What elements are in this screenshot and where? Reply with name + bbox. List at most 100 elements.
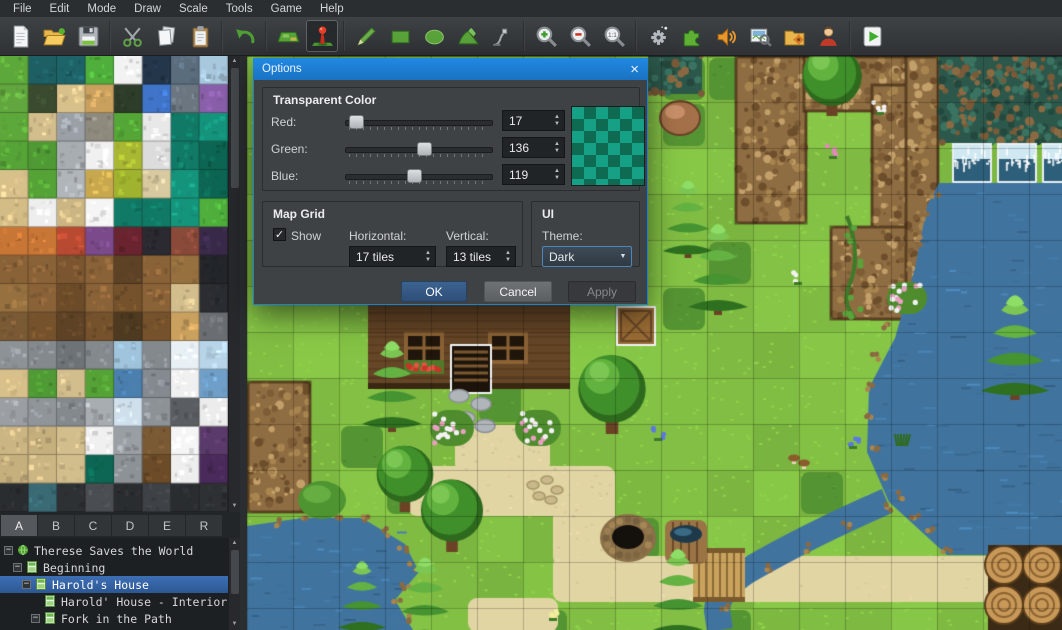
map-mode-button[interactable]	[272, 20, 304, 52]
toolbar-separator	[849, 21, 851, 51]
pencil-tool-button[interactable]	[350, 20, 382, 52]
group-heading: UI	[542, 207, 554, 221]
character-generator-button[interactable]	[812, 20, 844, 52]
actual-size-button[interactable]: 1:1	[598, 20, 630, 52]
zoom-out-button[interactable]	[564, 20, 596, 52]
menu-scale[interactable]: Scale	[170, 2, 217, 16]
blue-value-spinbox[interactable]: 119▲▼	[502, 164, 565, 185]
slider-track[interactable]	[345, 147, 493, 153]
tree-item-label: Harold' House - Interior	[61, 595, 227, 609]
paste-button[interactable]	[184, 20, 216, 52]
tree-scrollbar[interactable]: ▲ ▼	[228, 538, 240, 630]
menu-file[interactable]: File	[4, 2, 41, 16]
slider-track[interactable]	[345, 174, 493, 180]
scroll-down-icon[interactable]: ▼	[229, 619, 240, 630]
zoom-in-button[interactable]	[530, 20, 562, 52]
spin-up-icon: ▲	[554, 141, 560, 147]
tree-item[interactable]: −Therese Saves the World	[0, 542, 240, 559]
palette-tab-d[interactable]: D	[112, 515, 148, 536]
tree-item[interactable]: −Beginning	[0, 559, 240, 576]
scroll-up-icon[interactable]: ▲	[229, 538, 240, 549]
spinner-arrows[interactable]: ▲▼	[550, 141, 564, 154]
project-icon	[17, 544, 29, 557]
save-project-button[interactable]	[72, 20, 104, 52]
spinner-arrows[interactable]: ▲▼	[501, 250, 515, 263]
spinner-arrows[interactable]: ▲▼	[550, 114, 564, 127]
slider-track[interactable]	[345, 120, 493, 126]
vertical-tiles-spinbox[interactable]: 13 tiles ▲▼	[446, 246, 516, 267]
palette-tab-e[interactable]: E	[149, 515, 185, 536]
spin-up-icon: ▲	[425, 250, 431, 256]
toolbar-separator	[523, 21, 525, 51]
spinner-arrows[interactable]: ▲▼	[550, 168, 564, 181]
cut-button[interactable]	[116, 20, 148, 52]
event-mode-button[interactable]	[306, 20, 338, 52]
red-value-spinbox[interactable]: 17▲▼	[502, 110, 565, 131]
collapse-icon[interactable]: −	[22, 580, 31, 589]
shadow-pen-tool-button[interactable]	[486, 20, 518, 52]
scroll-up-icon[interactable]: ▲	[229, 56, 240, 67]
palette-tab-b[interactable]: B	[38, 515, 74, 536]
apply-button[interactable]: Apply	[568, 281, 636, 302]
tree-item[interactable]: −Fork in the Path	[0, 610, 240, 627]
flood-fill-icon	[456, 24, 481, 49]
ellipse-tool-button[interactable]	[418, 20, 450, 52]
svg-text:1:1: 1:1	[607, 32, 616, 39]
event-pin-icon	[310, 24, 335, 49]
menu-draw[interactable]: Draw	[125, 2, 170, 16]
database-button[interactable]	[642, 20, 674, 52]
menu-mode[interactable]: Mode	[78, 2, 125, 16]
undo-arrow-icon	[232, 24, 257, 49]
scroll-down-icon[interactable]: ▼	[229, 501, 240, 512]
copy-button[interactable]	[150, 20, 182, 52]
green-value-spinbox[interactable]: 136▲▼	[502, 137, 565, 158]
collapse-icon[interactable]: −	[13, 563, 22, 572]
map-icon	[276, 24, 301, 49]
tileset-palette[interactable]	[0, 56, 228, 512]
menu-tools[interactable]: Tools	[217, 2, 262, 16]
ok-button[interactable]: OK	[401, 281, 467, 302]
palette-tab-bar: ABCDER	[0, 512, 240, 538]
horizontal-label: Horizontal:	[349, 229, 406, 243]
menu-help[interactable]: Help	[311, 2, 353, 16]
options-dialog: Options × Transparent Color Red:17▲▼Gree…	[253, 58, 648, 305]
palette-tab-r[interactable]: R	[186, 515, 222, 536]
cancel-button[interactable]: Cancel	[484, 281, 552, 302]
scissors-icon	[120, 24, 145, 49]
toolbar-separator	[265, 21, 267, 51]
menu-game[interactable]: Game	[262, 2, 311, 16]
show-grid-label: Show	[291, 229, 321, 243]
map-page-icon	[44, 595, 56, 608]
resource-manager-button[interactable]	[744, 20, 776, 52]
horizontal-tiles-spinbox[interactable]: 17 tiles ▲▼	[349, 246, 436, 267]
palette-tab-a[interactable]: A	[1, 515, 37, 536]
tree-item[interactable]: −Harold's House	[0, 576, 240, 593]
transparent-color-group: Transparent Color Red:17▲▼Green:136▲▼Blu…	[262, 87, 640, 191]
spinner-arrows[interactable]: ▲▼	[421, 250, 435, 263]
flood-fill-tool-button[interactable]	[452, 20, 484, 52]
rectangle-tool-button[interactable]	[384, 20, 416, 52]
deployment-button[interactable]	[778, 20, 810, 52]
sound-test-button[interactable]	[710, 20, 742, 52]
open-project-button[interactable]	[38, 20, 70, 52]
tree-item[interactable]: Harold' House - Interior	[0, 593, 240, 610]
menu-edit[interactable]: Edit	[41, 2, 79, 16]
ui-group: UI Theme: Dark ▼	[531, 201, 640, 267]
palette-scrollbar-thumb[interactable]	[231, 68, 239, 188]
playtest-button[interactable]	[856, 20, 888, 52]
palette-tab-c[interactable]: C	[75, 515, 111, 536]
undo-button[interactable]	[228, 20, 260, 52]
plugin-manager-button[interactable]	[676, 20, 708, 52]
tree-scrollbar-thumb[interactable]	[231, 550, 239, 594]
show-grid-checkbox[interactable]: ✓	[273, 228, 286, 241]
dialog-title-bar[interactable]: Options ×	[253, 58, 648, 80]
collapse-icon[interactable]: −	[4, 546, 13, 555]
new-project-button[interactable]	[4, 20, 36, 52]
theme-dropdown[interactable]: Dark ▼	[542, 246, 632, 267]
collapse-icon[interactable]: −	[31, 614, 40, 623]
close-icon[interactable]: ×	[630, 62, 639, 77]
toolbar-separator	[635, 21, 637, 51]
palette-scrollbar[interactable]: ▲ ▼	[228, 56, 240, 512]
toolbar-separator	[343, 21, 345, 51]
open-folder-icon	[42, 24, 67, 49]
